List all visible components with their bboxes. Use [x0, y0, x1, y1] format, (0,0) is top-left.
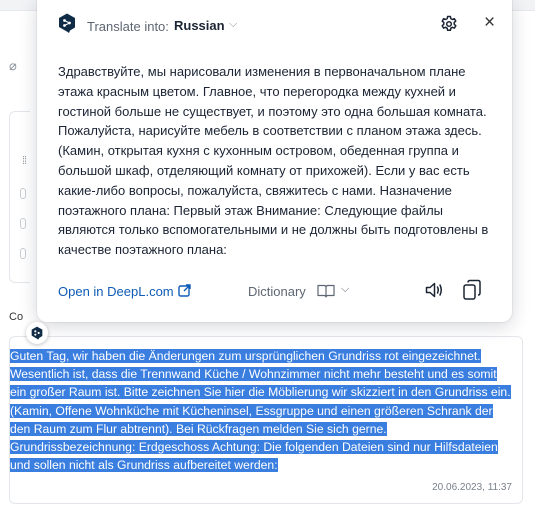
list-bullet-icon: [20, 248, 26, 259]
list-bullet-icon: [20, 188, 26, 199]
target-language-select[interactable]: Russian: [174, 18, 225, 33]
deepl-float-button[interactable]: [26, 322, 48, 344]
drag-handle-icon[interactable]: ⁞⁞: [22, 155, 27, 167]
popup-header: Translate into: Russian ⌵ ×: [37, 10, 512, 38]
deepl-logo-icon: [31, 326, 43, 340]
book-icon[interactable]: [317, 284, 335, 298]
external-link-icon[interactable]: [178, 284, 191, 297]
paperclip-icon[interactable]: ⌀: [9, 58, 17, 74]
chevron-down-icon[interactable]: ⌵: [229, 18, 237, 31]
speaker-icon[interactable]: [424, 280, 444, 300]
settings-icon[interactable]: [440, 15, 458, 33]
comment-text[interactable]: Guten Tag, wir haben die Änderungen zum …: [10, 347, 513, 474]
translate-into-label: Translate into:: [87, 19, 169, 34]
open-in-deepl-link[interactable]: Open in DeepL.com: [58, 284, 174, 299]
close-icon[interactable]: ×: [484, 13, 495, 33]
copy-icon[interactable]: [462, 279, 482, 301]
section-label: Co: [9, 311, 24, 323]
list-bullet-icon: [20, 218, 26, 229]
deepl-logo-icon: [59, 13, 75, 33]
popup-footer: Open in DeepL.com Dictionary ⌵: [37, 276, 512, 304]
chevron-down-icon[interactable]: ⌵: [341, 283, 349, 296]
comment-card: Guten Tag, wir haben die Änderungen zum …: [9, 336, 523, 504]
translation-text: Здравствуйте, мы нарисовали изменения в …: [58, 64, 489, 258]
selected-text[interactable]: Guten Tag, wir haben die Änderungen zum …: [10, 349, 511, 473]
deepl-translation-popup: Translate into: Russian ⌵ × Здравствуйте…: [37, 0, 512, 322]
dictionary-button[interactable]: Dictionary: [248, 284, 306, 299]
comment-timestamp: 20.06.2023, 11:37: [432, 482, 512, 493]
